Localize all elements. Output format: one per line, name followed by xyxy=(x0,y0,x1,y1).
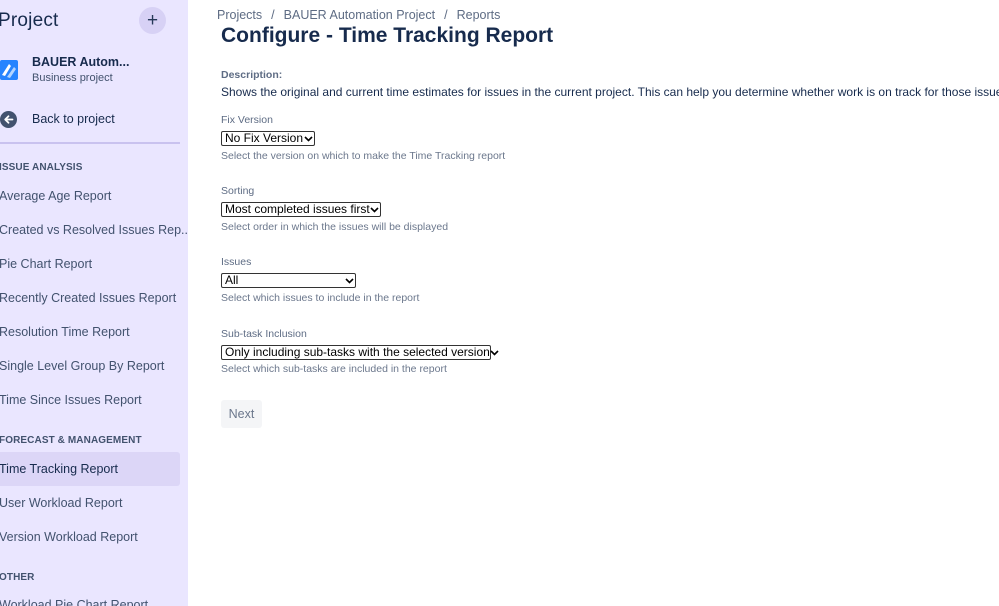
fix-version-label: Fix Version xyxy=(221,114,273,126)
chevron-down-icon xyxy=(490,346,499,359)
sorting-help: Select order in which the issues will be… xyxy=(221,221,449,233)
breadcrumb-reports[interactable]: Reports xyxy=(457,8,501,22)
back-to-project-link[interactable]: Back to project xyxy=(0,108,188,132)
back-to-project-label: Back to project xyxy=(32,112,115,126)
breadcrumb-projects[interactable]: Projects xyxy=(217,8,262,22)
fix-version-select[interactable]: No Fix Version xyxy=(221,131,315,146)
sidebar-item-created-vs-resolved[interactable]: Created vs Resolved Issues Rep... xyxy=(0,213,188,247)
plus-icon: + xyxy=(146,10,159,31)
issues-label: Issues xyxy=(221,256,252,268)
sidebar-item-recently-created[interactable]: Recently Created Issues Report xyxy=(0,281,180,315)
chevron-down-icon xyxy=(303,132,314,145)
subtask-inclusion-label: Sub-task Inclusion xyxy=(221,328,307,340)
project-name[interactable]: BAUER Autom... xyxy=(32,55,129,69)
sorting-select[interactable]: Most completed issues first xyxy=(221,202,381,217)
issues-select[interactable]: All xyxy=(221,273,356,288)
fix-version-help: Select the version on which to make the … xyxy=(221,150,506,162)
sidebar-item-user-workload[interactable]: User Workload Report xyxy=(0,486,180,520)
sidebar-divider xyxy=(0,142,180,144)
project-avatar-icon[interactable] xyxy=(0,60,18,80)
next-button[interactable]: Next xyxy=(221,400,262,428)
arrow-left-circle-icon xyxy=(0,111,17,128)
chevron-down-icon xyxy=(370,203,380,216)
sidebar-item-pie-chart-report[interactable]: Pie Chart Report xyxy=(0,247,180,281)
add-button[interactable]: + xyxy=(139,7,166,34)
page-title: Configure - Time Tracking Report xyxy=(221,24,554,47)
breadcrumb-project[interactable]: BAUER Automation Project xyxy=(284,8,435,22)
description-label: Description: xyxy=(221,69,283,81)
sidebar-item-workload-pie-chart[interactable]: Workload Pie Chart Report xyxy=(0,588,180,606)
section-other: OTHER xyxy=(0,572,35,583)
sorting-value: Most completed issues first xyxy=(225,202,370,216)
project-sidebar: Project + BAUER Autom... Business projec… xyxy=(0,0,188,606)
description-text: Shows the original and current time esti… xyxy=(221,85,999,99)
sidebar-item-single-level-group-by[interactable]: Single Level Group By Report xyxy=(0,349,180,383)
sidebar-item-resolution-time[interactable]: Resolution Time Report xyxy=(0,315,180,349)
project-type: Business project xyxy=(32,72,113,84)
section-forecast-management: FORECAST & MANAGEMENT xyxy=(0,435,142,446)
sidebar-item-time-since-issues[interactable]: Time Since Issues Report xyxy=(0,383,180,417)
sidebar-title: Project xyxy=(0,10,59,31)
subtask-inclusion-value: Only including sub-tasks with the select… xyxy=(225,345,490,359)
section-issue-analysis: ISSUE ANALYSIS xyxy=(0,162,83,173)
sorting-label: Sorting xyxy=(221,185,255,197)
next-button-label: Next xyxy=(228,407,255,421)
sidebar-item-average-age-report[interactable]: Average Age Report xyxy=(0,179,180,213)
fix-version-value: No Fix Version xyxy=(225,131,304,145)
subtask-inclusion-select[interactable]: Only including sub-tasks with the select… xyxy=(221,345,499,360)
subtask-inclusion-help: Select which sub-tasks are included in t… xyxy=(221,363,447,375)
breadcrumb: Projects / BAUER Automation Project / Report… xyxy=(217,8,500,22)
sidebar-item-version-workload[interactable]: Version Workload Report xyxy=(0,520,180,554)
breadcrumb-separator: / xyxy=(271,8,275,22)
issues-value: All xyxy=(225,273,239,287)
issues-help: Select which issues to include in the re… xyxy=(221,292,420,304)
sidebar-item-time-tracking-report[interactable]: Time Tracking Report xyxy=(0,452,180,486)
chevron-down-icon xyxy=(343,274,355,287)
breadcrumb-separator: / xyxy=(444,8,448,22)
